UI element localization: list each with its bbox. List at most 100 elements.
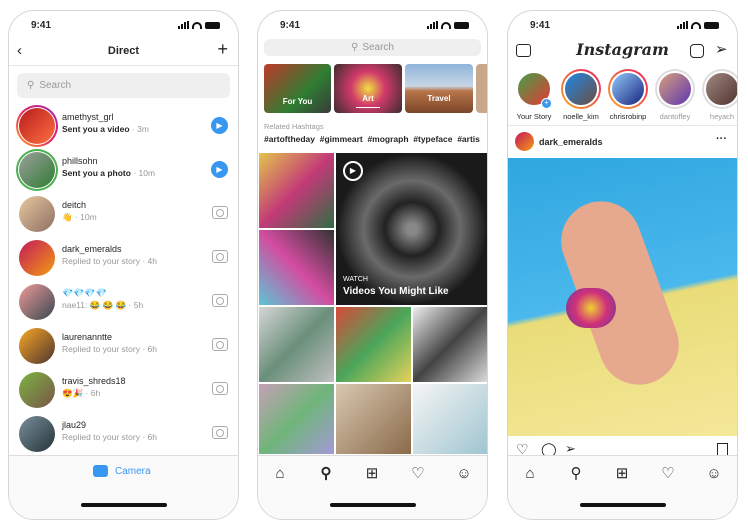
story-label: heyach [709, 112, 735, 121]
thread-row[interactable]: jlau29 Replied to your story · 6h [9, 412, 238, 456]
story-item[interactable]: + Your Story [512, 69, 556, 121]
thread-row[interactable]: laurenanntte Replied to your story · 6h [9, 324, 238, 368]
thread-username: phillsohn [62, 156, 98, 166]
camera-icon[interactable] [212, 250, 228, 263]
story-label: noelle_kim [563, 112, 599, 121]
thread-row[interactable]: travis_shreds18 😍🎉 · 6h [9, 368, 238, 412]
thread-message: Sent you a video [62, 124, 130, 134]
search-tab-icon[interactable]: ⚲ [567, 465, 585, 483]
camera-button[interactable]: Camera [93, 465, 151, 477]
grid-photo[interactable] [412, 383, 487, 455]
direct-icon[interactable]: ➢ [715, 40, 728, 58]
explore-screen: 9:41 ⚲ Search For You Art Travel Related … [257, 10, 488, 520]
add-story-icon[interactable]: + [541, 98, 552, 109]
signal-icon [677, 21, 688, 29]
post-username[interactable]: dark_emeralds [539, 137, 603, 147]
search-input[interactable]: ⚲ Search [17, 73, 230, 98]
thread-time: 4h [147, 256, 157, 266]
thread-message: Replied to your story [62, 432, 140, 442]
explore-grid: ▶ WATCH Videos You Might Like [258, 152, 487, 455]
story-avatar [561, 69, 601, 109]
thread-row[interactable]: amethyst_grl Sent you a video · 3m ▶ [9, 104, 238, 148]
thread-row[interactable]: dark_emeralds Replied to your story · 4h [9, 236, 238, 280]
thread-username: laurenanntte [62, 332, 113, 342]
grid-photo[interactable] [258, 306, 335, 383]
add-post-icon[interactable]: ⊞ [363, 465, 381, 483]
story-item[interactable]: heyach [700, 69, 737, 121]
avatar [19, 372, 55, 408]
story-avatar [655, 69, 695, 109]
hashtags-list[interactable]: #artoftheday #gimmeart #mograph #typefac… [264, 134, 480, 144]
post-image[interactable] [508, 158, 737, 436]
thread-row[interactable]: 💎💎💎💎 nae11: 😂 😂 😂 · 5h [9, 280, 238, 324]
post-avatar[interactable] [515, 132, 534, 151]
signal-icon [427, 21, 438, 29]
tab-bar: ⌂ ⚲ ⊞ ♡ ☺ [508, 455, 737, 519]
thread-time: 10m [80, 212, 97, 222]
grid-photo[interactable] [258, 229, 335, 306]
story-item[interactable]: chrisrobinp [606, 69, 650, 121]
video-tile[interactable]: ▶ WATCH Videos You Might Like [335, 152, 487, 306]
camera-icon[interactable] [212, 426, 228, 439]
battery-icon [454, 21, 469, 29]
grid-photo[interactable] [412, 306, 487, 383]
avatar [19, 284, 55, 320]
story-item[interactable]: dantoffey [653, 69, 697, 121]
camera-icon[interactable] [212, 338, 228, 351]
tab-bar: ⌂ ⚲ ⊞ ♡ ☺ [258, 455, 487, 519]
igtv-icon[interactable] [690, 44, 704, 58]
status-time: 9:41 [530, 20, 551, 31]
search-input[interactable]: ⚲ Search [264, 39, 481, 56]
camera-icon[interactable] [212, 382, 228, 395]
grid-photo[interactable] [335, 383, 412, 455]
story-label: dantoffey [659, 112, 691, 121]
story-label: Your Story [516, 112, 552, 121]
thread-row[interactable]: phillsohn Sent you a photo · 10m ▶ [9, 148, 238, 192]
category-for-you[interactable]: For You [264, 64, 331, 113]
thread-time: 10m [138, 168, 156, 178]
search-placeholder: Search [362, 42, 394, 53]
profile-icon[interactable]: ☺ [705, 465, 723, 483]
grid-photo[interactable] [258, 152, 335, 229]
play-icon[interactable]: ▶ [211, 161, 228, 178]
search-icon: ⚲ [27, 80, 35, 91]
heart-icon[interactable]: ♡ [659, 465, 677, 483]
thread-time: 6h [90, 388, 101, 398]
camera-icon[interactable] [212, 206, 228, 219]
status-time: 9:41 [31, 20, 52, 31]
play-icon[interactable]: ▶ [211, 117, 228, 134]
grid-photo[interactable] [335, 306, 412, 383]
thread-username: travis_shreds18 [62, 376, 126, 386]
avatar [19, 416, 55, 452]
category-art[interactable]: Art [334, 64, 402, 113]
avatar [19, 240, 55, 276]
category-travel[interactable]: Travel [405, 64, 473, 113]
heart-icon[interactable]: ♡ [409, 465, 427, 483]
feed-screen: 9:41 Instagram ➢ + Your Story noelle_kim ch… [507, 10, 738, 520]
wifi-icon [441, 21, 451, 29]
add-post-icon[interactable]: ⊞ [613, 465, 631, 483]
signal-icon [178, 21, 189, 29]
thread-row[interactable]: deitch 👋 · 10m [9, 192, 238, 236]
search-tab-icon[interactable]: ⚲ [317, 465, 335, 483]
story-avatar [608, 69, 648, 109]
home-icon[interactable]: ⌂ [271, 465, 289, 483]
thread-message: Replied to your story [62, 344, 140, 354]
thread-message: Replied to your story [62, 256, 140, 266]
search-placeholder: Search [39, 80, 72, 91]
new-message-icon[interactable]: + [217, 39, 228, 60]
story-item[interactable]: noelle_kim [559, 69, 603, 121]
category-more[interactable] [476, 64, 487, 113]
avatar [19, 196, 55, 232]
camera-icon[interactable] [212, 294, 228, 307]
profile-icon[interactable]: ☺ [455, 465, 473, 483]
thread-time: 6h [147, 344, 157, 354]
category-label: Travel [427, 94, 451, 103]
grid-photo[interactable] [258, 383, 335, 455]
avatar [19, 152, 55, 188]
more-options-icon[interactable]: ··· [716, 133, 727, 145]
status-time: 9:41 [280, 20, 301, 31]
category-label: Art [362, 94, 374, 103]
status-bar: 9:41 [258, 20, 487, 34]
home-icon[interactable]: ⌂ [521, 465, 539, 483]
